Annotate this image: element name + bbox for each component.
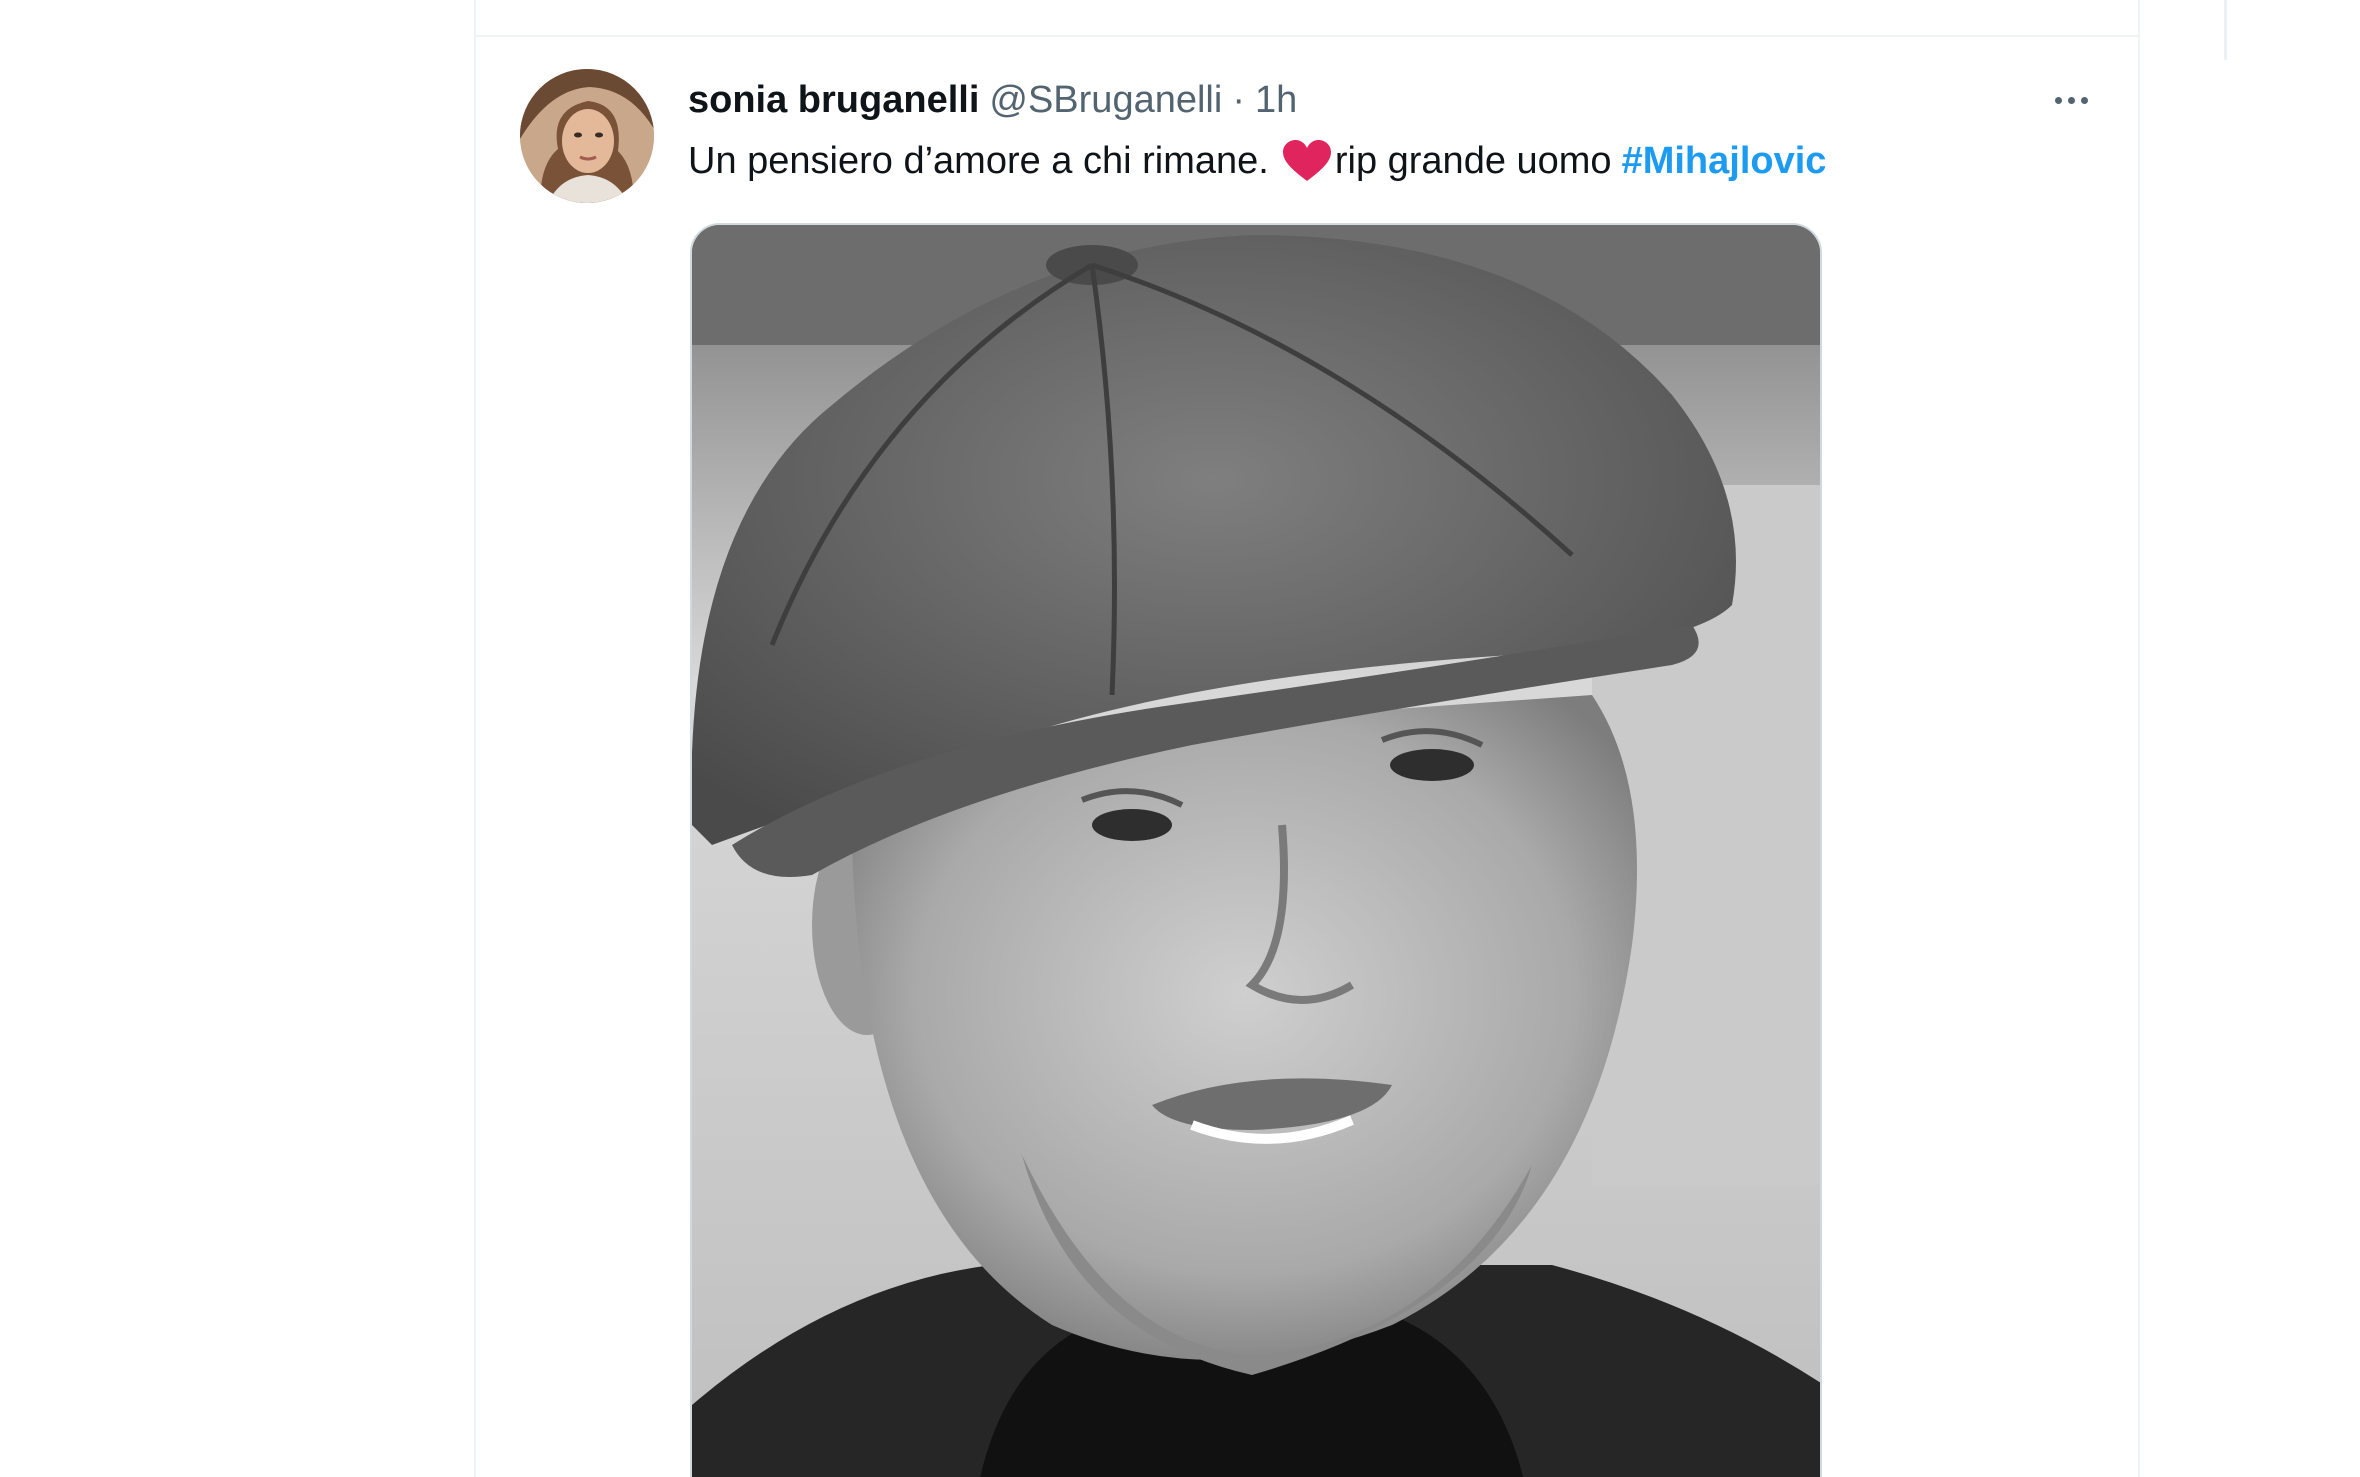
user-avatar-icon bbox=[520, 69, 654, 203]
header-separator: · bbox=[1232, 78, 1245, 121]
tweet[interactable]: sonia bruganelli @SBruganelli · 1h Un pe… bbox=[476, 37, 2138, 1477]
previous-tweet-divider bbox=[476, 0, 2138, 37]
tweet-text: Un pensiero d’amore a chi rimane. rip gr… bbox=[688, 133, 1826, 189]
timeline-column: sonia bruganelli @SBruganelli · 1h Un pe… bbox=[474, 0, 2140, 1477]
tweet-header: sonia bruganelli @SBruganelli · 1h bbox=[688, 75, 1297, 125]
author-handle[interactable]: @SBruganelli bbox=[989, 79, 1222, 122]
author-avatar[interactable] bbox=[520, 69, 654, 203]
red-heart-icon bbox=[1281, 139, 1333, 183]
tweet-timestamp[interactable]: 1h bbox=[1255, 79, 1297, 122]
tweet-text-part-2: rip grande uomo bbox=[1334, 139, 1612, 182]
more-dots-icon bbox=[2052, 96, 2091, 104]
tweet-photo[interactable] bbox=[690, 223, 1822, 1477]
divider bbox=[2224, 0, 2227, 60]
hashtag-link[interactable]: #Mihajlovic bbox=[1622, 140, 1827, 183]
tweet-text-part-1: Un pensiero d’amore a chi rimane. bbox=[688, 139, 1269, 182]
portrait-photo bbox=[692, 225, 1820, 1477]
twitter-timeline-page: sonia bruganelli @SBruganelli · 1h Un pe… bbox=[0, 0, 2360, 1477]
more-options-button[interactable] bbox=[2036, 75, 2106, 125]
author-display-name[interactable]: sonia bruganelli bbox=[688, 79, 979, 122]
